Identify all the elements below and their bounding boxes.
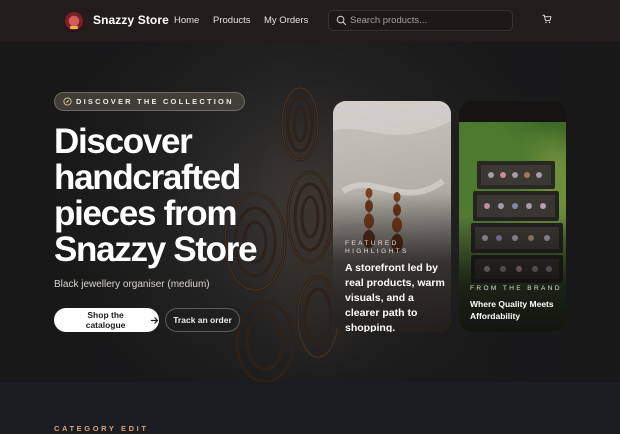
hero-section: DISCOVER THE COLLECTION Discover handcra… bbox=[0, 42, 620, 382]
nav-link-my-orders[interactable]: My Orders bbox=[264, 15, 308, 26]
shop-catalogue-label: Shop the catalogue bbox=[85, 310, 126, 330]
discover-badge-label: DISCOVER THE COLLECTION bbox=[76, 97, 234, 106]
brand-name[interactable]: Snazzy Store bbox=[93, 13, 169, 27]
compass-icon bbox=[63, 97, 72, 106]
brand-text: Where Quality Meets Affordability bbox=[470, 299, 554, 321]
top-navbar: Snazzy Store Home Products My Orders bbox=[0, 0, 620, 42]
search-input[interactable] bbox=[350, 13, 505, 28]
hero-title: Discover handcrafted pieces from Snazzy … bbox=[54, 122, 258, 269]
nav-link-home[interactable]: Home bbox=[174, 15, 199, 26]
shop-catalogue-button[interactable]: Shop the catalogue bbox=[54, 308, 159, 332]
hero-subtitle: Black jewellery organiser (medium) bbox=[54, 279, 210, 290]
from-brand-card[interactable]: FROM THE BRAND Where Quality Meets Affor… bbox=[459, 101, 566, 332]
cart-icon[interactable] bbox=[542, 14, 552, 24]
category-edit-label: CATEGORY EDIT bbox=[54, 424, 149, 433]
featured-highlights-card[interactable]: FEATURED HIGHLIGHTS A storefront led by … bbox=[333, 101, 451, 332]
category-section: CATEGORY EDIT bbox=[0, 382, 620, 434]
nav-link-products[interactable]: Products bbox=[213, 15, 251, 26]
brand-kicker: FROM THE BRAND bbox=[470, 285, 562, 292]
discover-badge: DISCOVER THE COLLECTION bbox=[54, 92, 245, 111]
search-icon bbox=[336, 15, 347, 26]
featured-text: A storefront led by real products, warm … bbox=[345, 262, 445, 332]
search-bar[interactable] bbox=[328, 10, 513, 31]
track-order-button[interactable]: Track an order bbox=[165, 308, 240, 332]
brand-logo[interactable] bbox=[64, 12, 84, 32]
featured-kicker: FEATURED HIGHLIGHTS bbox=[345, 240, 409, 255]
arrow-right-icon bbox=[150, 316, 159, 324]
